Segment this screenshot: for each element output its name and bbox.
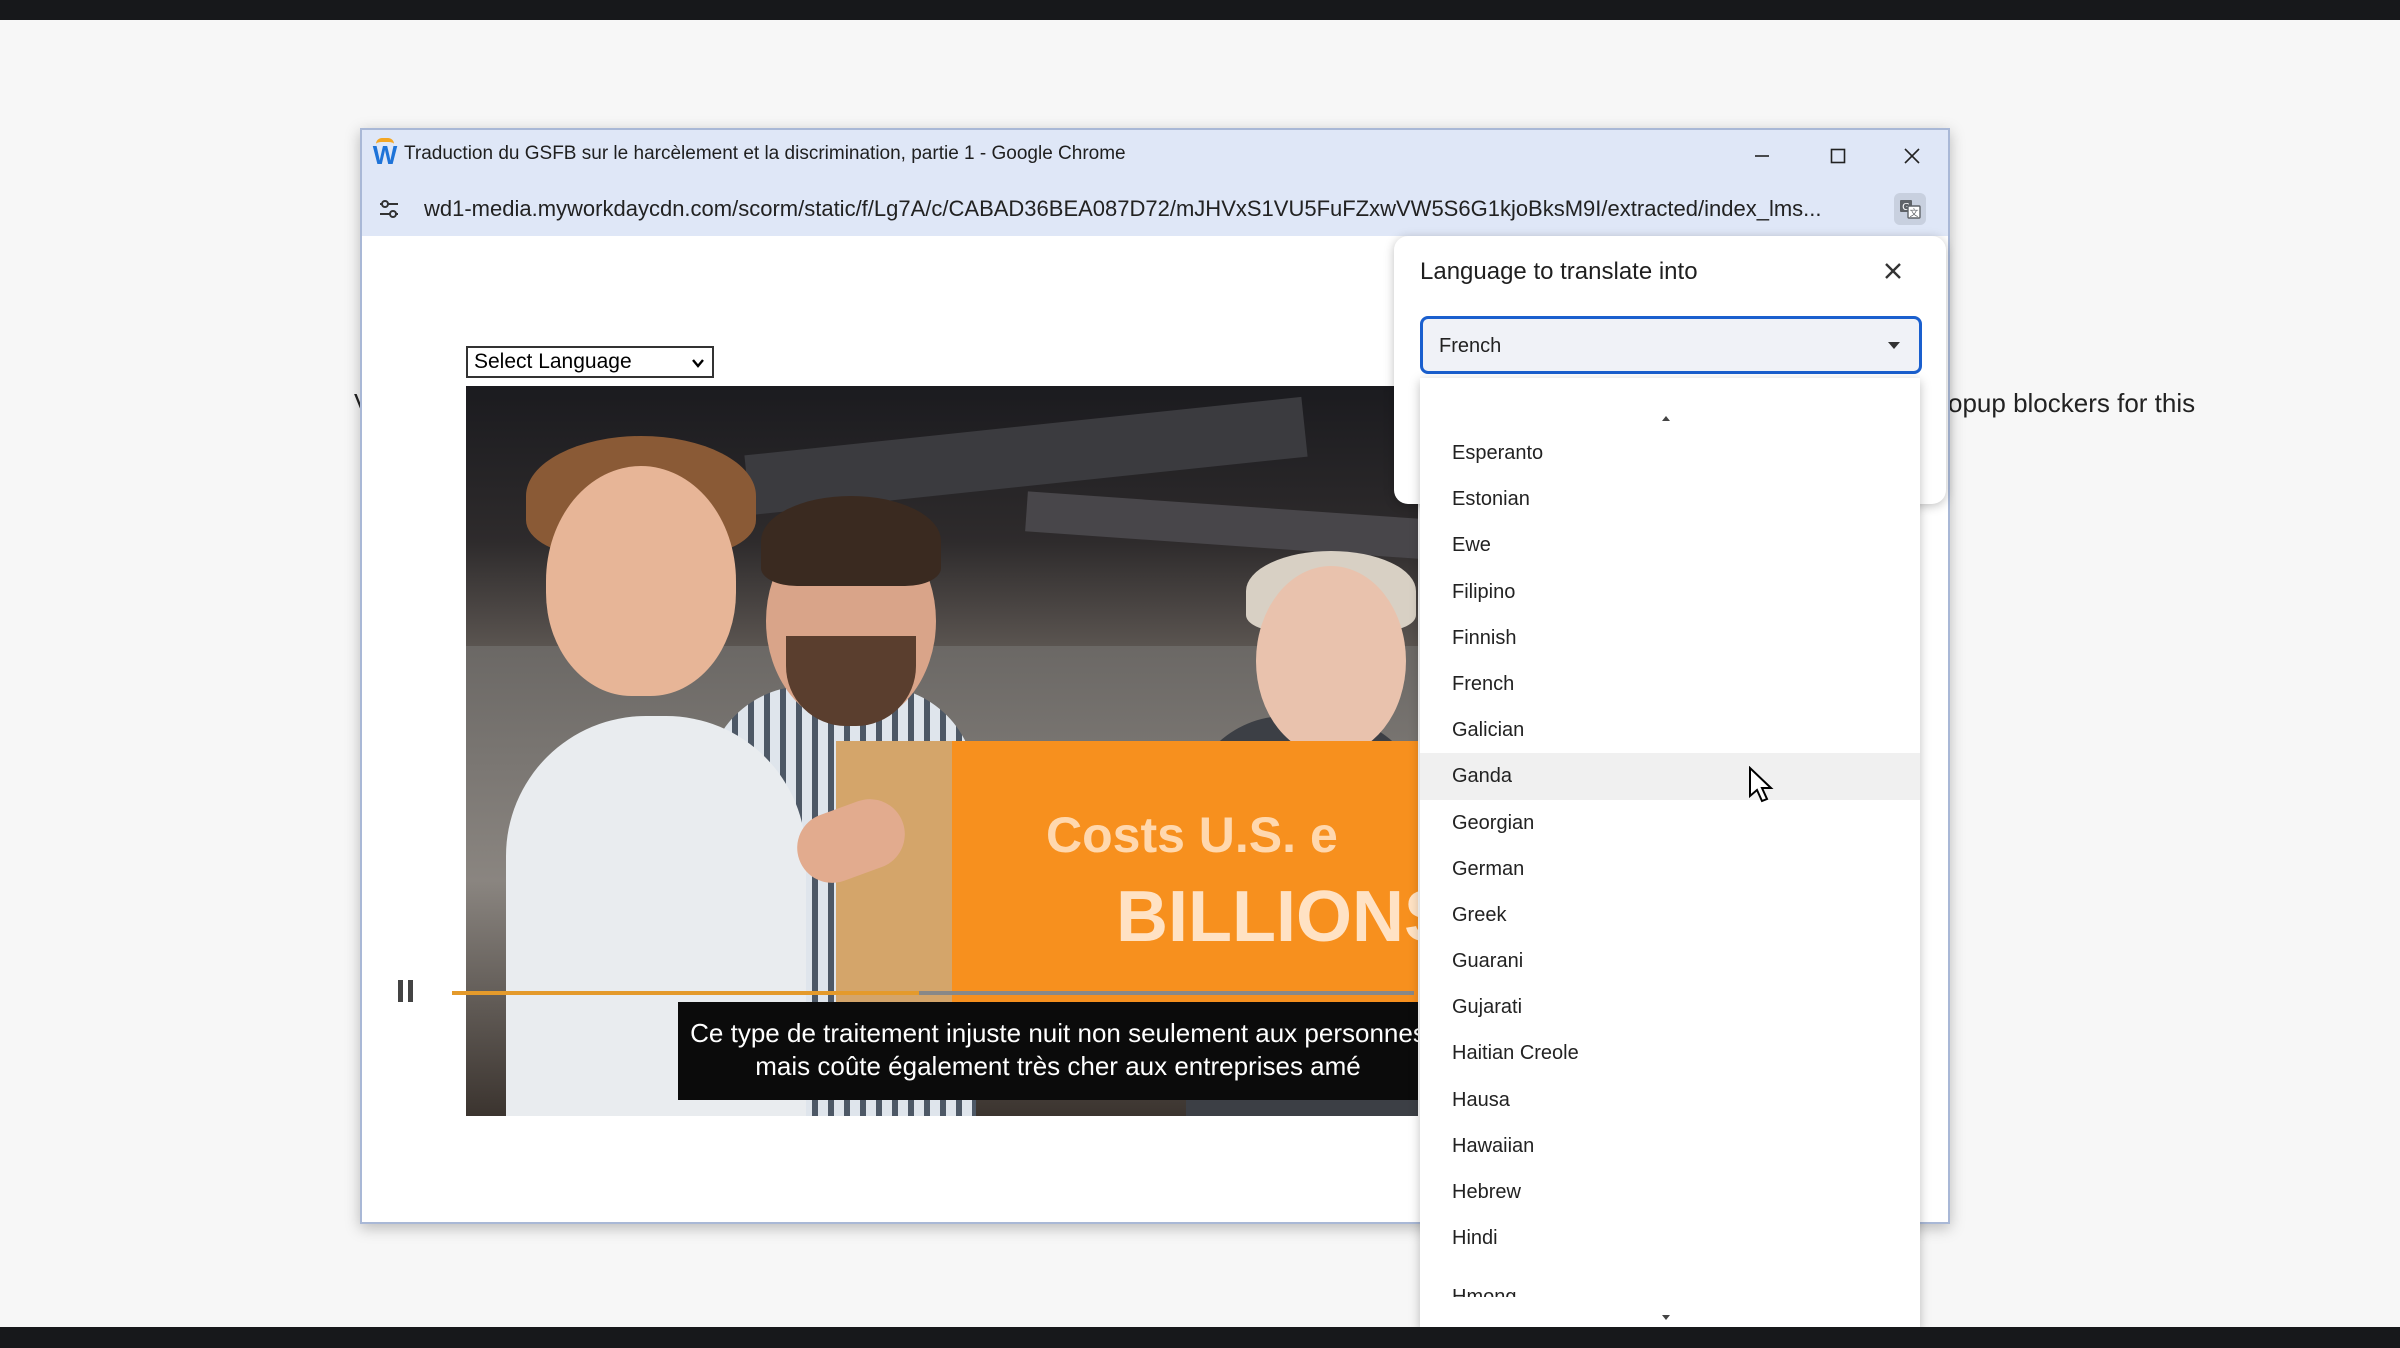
dropdown-option[interactable]: Estonian: [1420, 476, 1920, 522]
mouse-cursor-icon: [1749, 766, 1774, 803]
dropdown-option[interactable]: French: [1420, 661, 1920, 707]
language-options: Esperanto Estonian Ewe Filipino Finnish Frenc…: [1420, 430, 1920, 1261]
minimize-button[interactable]: [1724, 130, 1800, 182]
dropdown-option[interactable]: Finnish: [1420, 615, 1920, 661]
close-icon: [1885, 263, 1901, 279]
address-bar: wd1-media.myworkdaycdn.com/scorm/static/…: [362, 182, 1948, 236]
translate-panel-close-button[interactable]: [1878, 256, 1908, 286]
dropdown-option[interactable]: Hausa: [1420, 1077, 1920, 1123]
dropdown-option[interactable]: Guarani: [1420, 938, 1920, 984]
scroll-down-arrow-icon[interactable]: [1660, 1314, 1672, 1322]
select-language-dropdown[interactable]: Select Language: [466, 346, 714, 378]
dropdown-option[interactable]: Ganda: [1420, 753, 1920, 800]
caret-down-icon: [1888, 342, 1900, 349]
minimize-icon: [1755, 155, 1769, 157]
video-person-man-glasses-hair: [761, 496, 941, 586]
screen-bottom-bar: [0, 1327, 2400, 1348]
dropdown-option[interactable]: Greek: [1420, 892, 1920, 938]
language-dropdown-list[interactable]: Esperanto Estonian Ewe Filipino Finnish Frenc…: [1420, 378, 1920, 1328]
target-language-select[interactable]: French: [1420, 316, 1922, 374]
chevron-down-icon: [692, 359, 704, 368]
dropdown-option[interactable]: Hebrew: [1420, 1169, 1920, 1215]
subtitle-line-2: mais coûte également très cher aux entre…: [755, 1051, 1361, 1081]
dropdown-option[interactable]: Filipino: [1420, 569, 1920, 615]
window-title: Traduction du GSFB sur le harcèlement et…: [404, 143, 1126, 164]
pause-icon: [398, 980, 403, 1002]
svg-text:文: 文: [1909, 207, 1918, 219]
site-settings-icon[interactable]: [376, 196, 402, 222]
dropdown-option[interactable]: Gujarati: [1420, 984, 1920, 1030]
dropdown-option[interactable]: Hawaiian: [1420, 1123, 1920, 1169]
dropdown-option[interactable]: Hindi: [1420, 1215, 1920, 1261]
dropdown-option-partial[interactable]: Hmong: [1452, 1283, 1516, 1297]
target-language-value: French: [1439, 335, 1502, 357]
dropdown-option[interactable]: Galician: [1420, 707, 1920, 753]
video-box-text-line2: BILLIONS: [1116, 877, 1418, 957]
video-person-man-foreground-head: [546, 466, 736, 696]
google-translate-icon[interactable]: G 文: [1894, 193, 1926, 225]
workday-logo-icon: W: [372, 138, 398, 170]
translate-panel-title: Language to translate into: [1420, 258, 1698, 285]
video-progress-bar[interactable]: [452, 991, 1414, 995]
video-progress-fill: [452, 991, 919, 995]
pause-icon-bar: [408, 980, 413, 1002]
screen-top-bar: [0, 0, 2400, 20]
window-titlebar[interactable]: W Traduction du GSFB sur le harcèlement …: [362, 130, 1948, 182]
pause-button[interactable]: [398, 980, 418, 1004]
video-person-woman-head: [1256, 566, 1406, 756]
maximize-icon: [1830, 148, 1846, 164]
video-box-text-line1: Costs U.S. e: [1046, 807, 1338, 863]
dropdown-option[interactable]: Esperanto: [1420, 430, 1920, 476]
background-popup-blocker-text: opup blockers for this: [1948, 388, 2196, 418]
dropdown-option[interactable]: Ewe: [1420, 522, 1920, 568]
dropdown-option[interactable]: Haitian Creole: [1420, 1030, 1920, 1076]
dropdown-option[interactable]: Georgian: [1420, 800, 1920, 846]
scroll-up-arrow-icon[interactable]: [1660, 414, 1672, 422]
dropdown-option[interactable]: German: [1420, 846, 1920, 892]
close-icon: [1904, 148, 1920, 164]
maximize-button[interactable]: [1800, 130, 1876, 182]
close-window-button[interactable]: [1874, 130, 1950, 182]
url-text[interactable]: wd1-media.myworkdaycdn.com/scorm/static/…: [424, 196, 1864, 222]
select-language-label: Select Language: [474, 350, 632, 373]
